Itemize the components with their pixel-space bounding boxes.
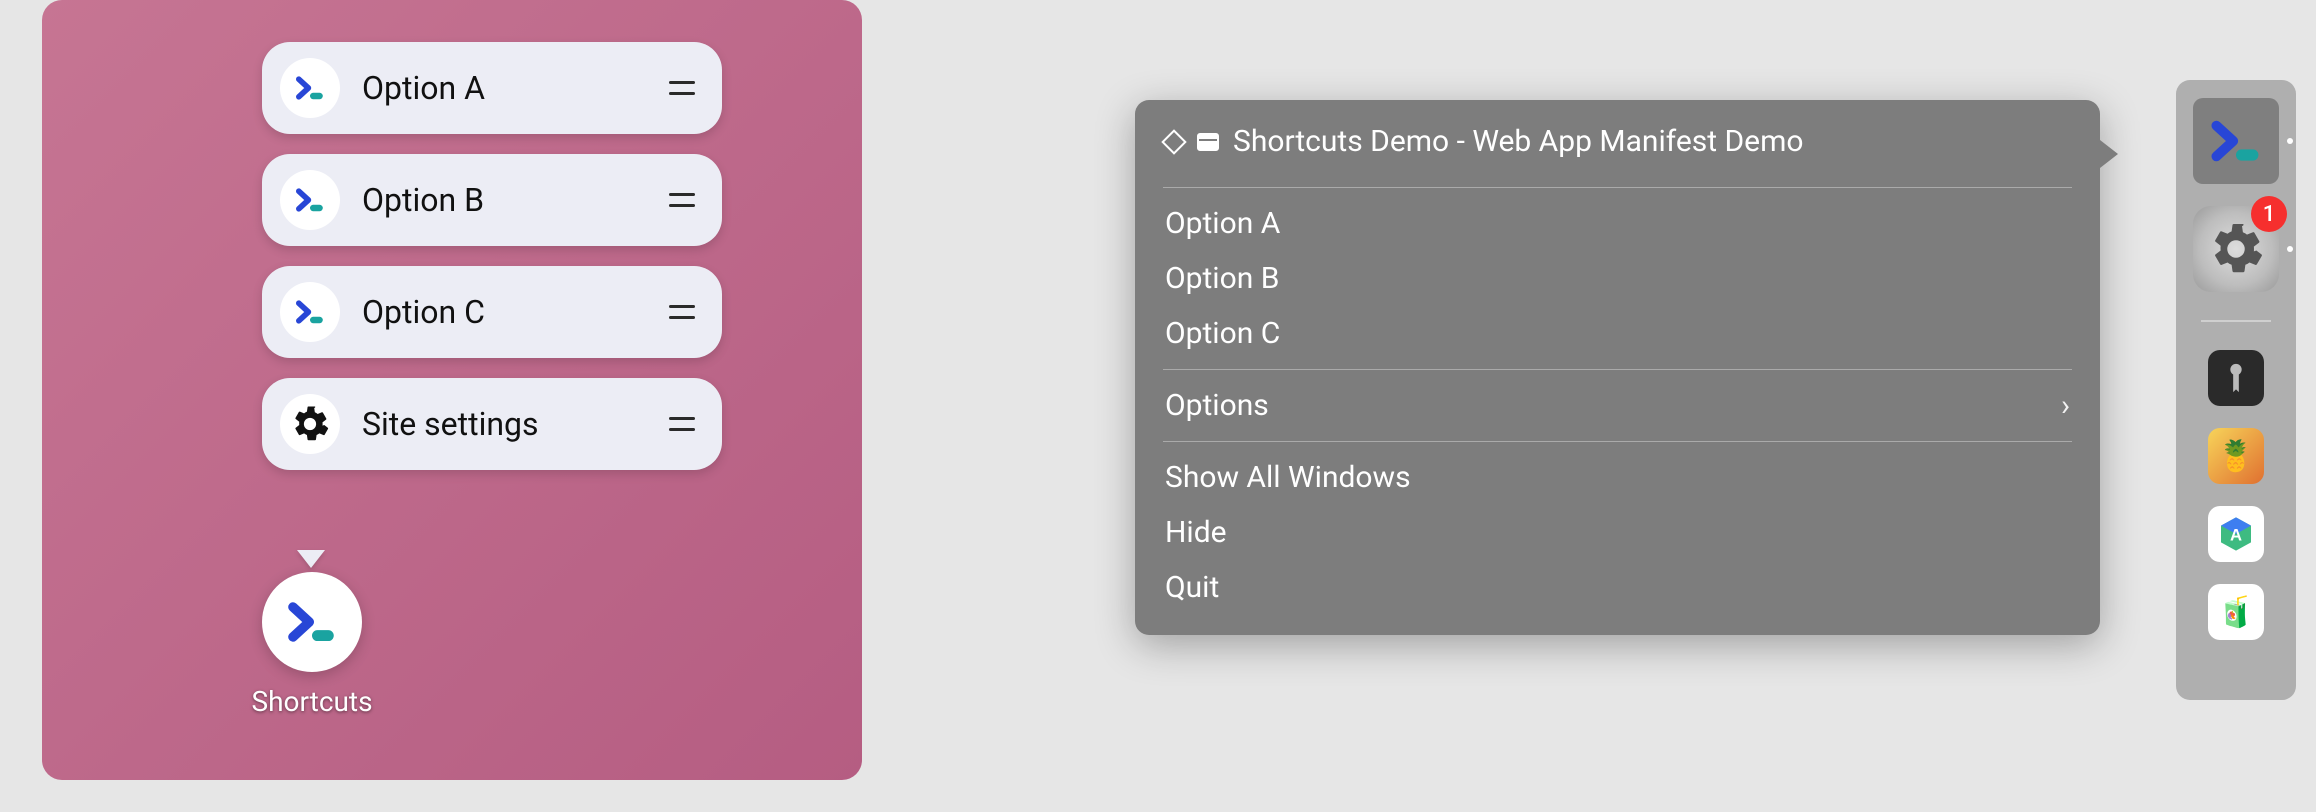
- android-shortcut-panel: Option A Option B Option C Site settings: [42, 0, 862, 780]
- shortcut-label: Option B: [362, 181, 666, 219]
- window-icon: [1197, 133, 1219, 151]
- menu-item-quit[interactable]: Quit: [1135, 560, 2100, 615]
- menu-item-show-all-windows[interactable]: Show All Windows: [1135, 450, 2100, 505]
- shortcuts-logo-icon: [280, 58, 340, 118]
- menu-item-label: Option B: [1165, 261, 2070, 296]
- menu-item-label: Options: [1165, 388, 2061, 423]
- dock-app-keychain[interactable]: [2208, 350, 2264, 406]
- running-indicator-icon: [2287, 138, 2293, 144]
- shortcut-option-c[interactable]: Option C: [262, 266, 722, 358]
- android-shortcut-menu: Option A Option B Option C Site settings: [262, 42, 722, 470]
- menu-title: Shortcuts Demo - Web App Manifest Demo: [1233, 124, 2070, 159]
- chevron-right-icon: ›: [2061, 388, 2070, 423]
- menu-separator: [1163, 187, 2072, 188]
- menu-item-label: Option C: [1165, 316, 2070, 351]
- menu-separator: [1163, 441, 2072, 442]
- menu-item-option-c[interactable]: Option C: [1135, 306, 2100, 361]
- menu-item-option-a[interactable]: Option A: [1135, 196, 2100, 251]
- mac-dock-context-menu: Shortcuts Demo - Web App Manifest Demo O…: [1135, 100, 2100, 635]
- drag-handle-icon[interactable]: [666, 81, 698, 95]
- menu-title-row[interactable]: Shortcuts Demo - Web App Manifest Demo: [1135, 110, 2100, 179]
- shortcuts-logo-icon: [280, 282, 340, 342]
- notification-badge: 1: [2251, 196, 2287, 232]
- dock-separator: [2201, 320, 2271, 322]
- menu-item-label: Show All Windows: [1165, 460, 2070, 495]
- menu-item-option-b[interactable]: Option B: [1135, 251, 2100, 306]
- drag-handle-icon[interactable]: [666, 305, 698, 319]
- menu-pointer-icon: [297, 550, 325, 568]
- menu-item-options[interactable]: Options ›: [1135, 378, 2100, 433]
- drag-handle-icon[interactable]: [666, 417, 698, 431]
- shortcut-label: Site settings: [362, 405, 666, 443]
- shortcut-site-settings[interactable]: Site settings: [262, 378, 722, 470]
- shortcut-label: Option A: [362, 69, 666, 107]
- menu-item-hide[interactable]: Hide: [1135, 505, 2100, 560]
- dock-app-misc-2[interactable]: 🧃: [2208, 584, 2264, 640]
- dock-app-devtools[interactable]: [2208, 506, 2264, 562]
- shortcut-label: Option C: [362, 293, 666, 331]
- dock-app-misc-1[interactable]: 🍍: [2208, 428, 2264, 484]
- dock-app-shortcuts[interactable]: [2193, 98, 2279, 184]
- gear-icon: [280, 394, 340, 454]
- drag-handle-icon[interactable]: [666, 193, 698, 207]
- mac-dock: 1 🍍 🧃: [2176, 80, 2296, 700]
- shortcut-option-a[interactable]: Option A: [262, 42, 722, 134]
- app-launcher-icon[interactable]: [262, 572, 362, 672]
- shortcut-option-b[interactable]: Option B: [262, 154, 722, 246]
- menu-item-label: Option A: [1165, 206, 2070, 241]
- shortcuts-logo-icon: [280, 170, 340, 230]
- diamond-icon: [1161, 129, 1186, 154]
- menu-item-label: Hide: [1165, 515, 2070, 550]
- running-indicator-icon: [2287, 246, 2293, 252]
- app-launcher-label: Shortcuts: [212, 685, 412, 718]
- menu-item-label: Quit: [1165, 570, 2070, 605]
- menu-separator: [1163, 369, 2072, 370]
- dock-app-settings[interactable]: 1: [2193, 206, 2279, 292]
